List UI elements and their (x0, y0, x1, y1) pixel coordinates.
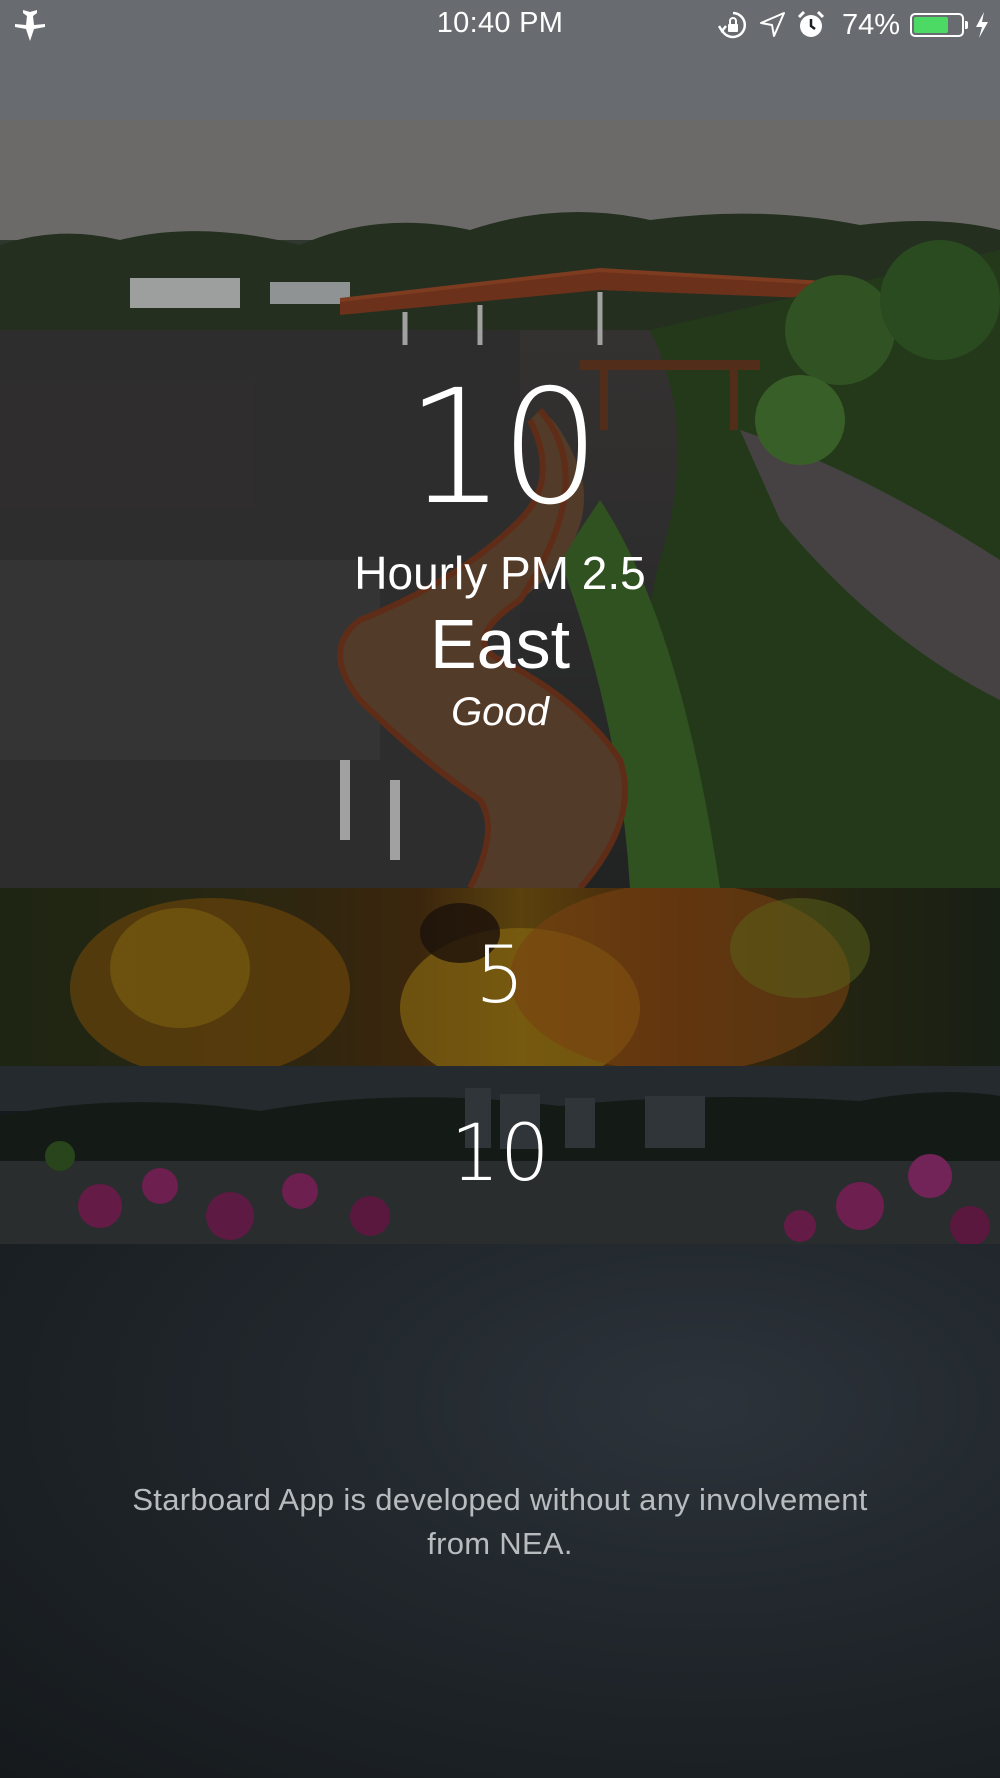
status-right-icons: 74% (717, 6, 990, 44)
charging-bolt-icon (976, 12, 988, 38)
svg-text:10: 10 (405, 372, 594, 512)
region-card-3[interactable]: 10 (0, 1066, 1000, 1244)
location-arrow-icon (759, 12, 785, 37)
panel-pm25-value: 10 (450, 1109, 550, 1199)
hero-pm25-value: 10 (405, 372, 600, 512)
region-card-east[interactable]: 10 Hourly PM 2.5 East Good (0, 0, 1000, 888)
battery-percentage: 74% (841, 8, 900, 41)
battery-fill (914, 17, 949, 33)
hero-air-quality-status: Good (451, 690, 549, 734)
status-bar: 10:40 PM 74% (0, 0, 1000, 50)
hero-metric-label: Hourly PM 2.5 (354, 547, 646, 599)
footer: Starboard App is developed without any i… (0, 1244, 1000, 1778)
region-card-2[interactable]: 5 (0, 888, 1000, 1066)
hero-region-name: East (429, 605, 571, 683)
panel-pm25-value: 5 (475, 931, 525, 1021)
orientation-lock-icon (717, 11, 746, 39)
disclaimer-text: Starboard App is developed without any i… (132, 1482, 868, 1561)
alarm-icon (797, 10, 825, 37)
battery-icon (910, 13, 968, 37)
